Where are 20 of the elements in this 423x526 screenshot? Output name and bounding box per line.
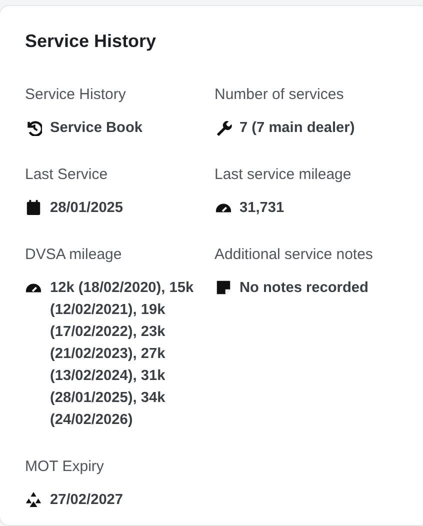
field-value: 12k (18/02/2020), 15k (12/02/2021), 19k (17/02/2022), 23k (21/02/2023), 27k (13/02/2024), 31k (28/01/2025), 34k (24/02/2026) bbox=[50, 279, 195, 430]
field-label: Number of services bbox=[214, 85, 345, 105]
field-value: 27/02/2027 bbox=[50, 491, 124, 510]
field-value: 31,731 bbox=[240, 199, 284, 218]
history-icon bbox=[25, 119, 42, 136]
field-label: Last Service bbox=[25, 165, 109, 185]
field-value: No notes recorded bbox=[240, 279, 368, 298]
field-label: Last service mileage bbox=[214, 165, 352, 185]
note-icon bbox=[214, 279, 232, 296]
field-label: DVSA mileage bbox=[25, 245, 123, 265]
field-value: 7 (7 main dealer) bbox=[240, 119, 355, 138]
mot-icon bbox=[25, 491, 42, 508]
card-title: Service History bbox=[25, 30, 158, 53]
wrench-icon bbox=[214, 119, 232, 136]
calendar-icon bbox=[25, 199, 42, 216]
field-label: MOT Expiry bbox=[25, 457, 105, 477]
field-label: Service History bbox=[25, 85, 127, 105]
field-value: Service Book bbox=[50, 119, 142, 138]
field-value: 28/01/2025 bbox=[50, 199, 124, 218]
field-label: Additional service notes bbox=[214, 245, 374, 265]
